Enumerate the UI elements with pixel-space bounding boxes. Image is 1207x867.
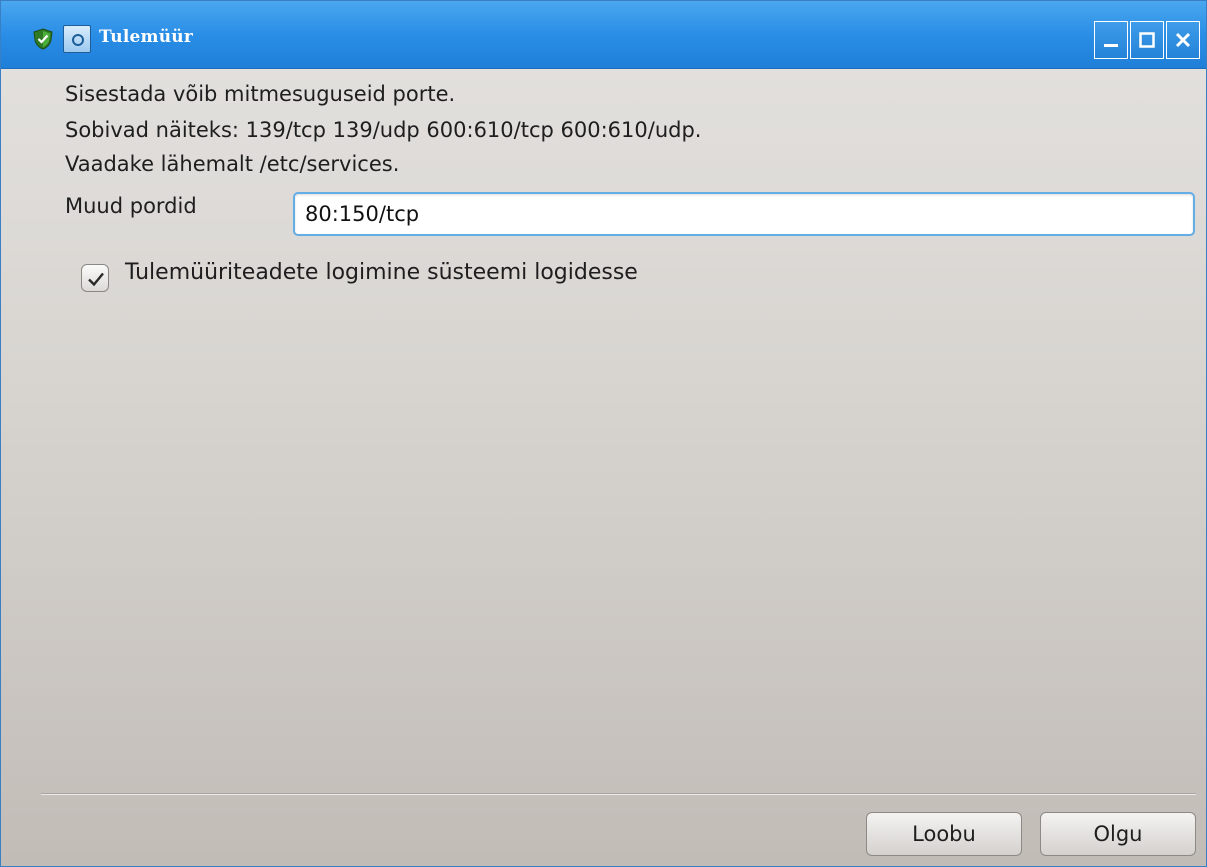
- minimize-button[interactable]: [1094, 21, 1128, 59]
- dialog-content: Sisestada võib mitmesuguseid porte. Sobi…: [1, 70, 1206, 866]
- info-text-line-3: Vaadake lähemalt /etc/services.: [65, 152, 400, 176]
- maximize-icon: [1137, 30, 1157, 50]
- info-text-line-1: Sisestada võib mitmesuguseid porte.: [65, 82, 456, 106]
- window-menu-icon[interactable]: [63, 25, 91, 53]
- other-ports-label: Muud pordid: [65, 194, 197, 218]
- logging-checkbox[interactable]: [81, 264, 109, 292]
- close-button[interactable]: [1166, 21, 1200, 59]
- title-bar[interactable]: Tulemüür: [1, 1, 1206, 69]
- logging-checkbox-label: Tulemüüriteadete logimine süsteemi logid…: [125, 260, 638, 285]
- other-ports-input[interactable]: [293, 192, 1195, 236]
- ok-button[interactable]: Olgu: [1040, 812, 1196, 856]
- firewall-dialog-window: Tulemüür Sisestada võib mitmesuguseid po…: [0, 0, 1207, 867]
- cancel-button[interactable]: Loobu: [866, 812, 1022, 856]
- shield-icon: [31, 27, 55, 51]
- close-icon: [1173, 30, 1193, 50]
- maximize-button[interactable]: [1130, 21, 1164, 59]
- info-text-line-2: Sobivad näiteks: 139/tcp 139/udp 600:610…: [65, 118, 702, 142]
- checkmark-icon: [88, 272, 104, 287]
- window-title: Tulemüür: [99, 27, 193, 47]
- minimize-icon: [1101, 30, 1121, 50]
- button-separator: [41, 793, 1196, 795]
